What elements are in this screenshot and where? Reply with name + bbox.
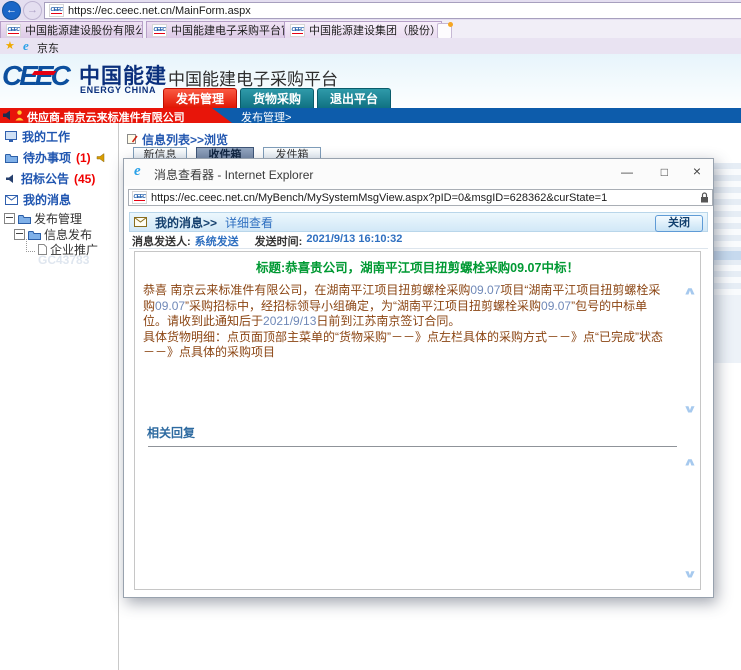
address-bar[interactable]: https://ec.ceec.net.cn/MainForm.aspx xyxy=(44,2,741,19)
sidebar-item-my-messages[interactable]: 我的消息 xyxy=(5,191,71,208)
sender-label: 消息发送人: xyxy=(132,233,191,249)
browser-tab-1[interactable]: 中国能源建设股份有限公司 xyxy=(0,21,143,38)
message-section-header: 我的消息>> 详细查看 关闭 xyxy=(129,212,708,232)
browser-tab-bar: 中国能源建设股份有限公司 中国能建电子采购平台官网 中国能源建设集团（股份）..… xyxy=(0,20,741,39)
favorites-bar: 京东 xyxy=(0,38,741,54)
envelope-icon xyxy=(5,195,18,205)
message-content-box: 标题:恭喜贵公司，湖南平江项目扭剪螺栓采购09.07中标！ 恭喜 南京云来标准件… xyxy=(134,251,701,590)
separator xyxy=(129,248,708,249)
browser-chrome: https://ec.ceec.net.cn/MainForm.aspx xyxy=(0,0,741,21)
watermark-text: GC43783 xyxy=(38,253,89,267)
collapse-icon[interactable] xyxy=(14,229,25,240)
logo-en-text: ENERGY CHINA xyxy=(80,85,156,95)
scroll-down-icon[interactable] xyxy=(683,568,698,581)
reply-heading: 相关回复 xyxy=(147,424,195,441)
message-paragraph: 具体货物明细：点页面顶部主菜单的“货物采购”－－》点左栏具体的采购方式－－》点“… xyxy=(143,330,670,361)
notice-count: (45) xyxy=(74,172,95,186)
sidebar-item-my-work[interactable]: 我的工作 xyxy=(5,128,70,145)
lock-icon xyxy=(700,192,709,203)
folder-icon xyxy=(5,153,18,163)
nav-tab-goods[interactable]: 货物采购 xyxy=(240,88,314,109)
popup-window-title: 消息查看器 - Internet Explorer xyxy=(154,166,313,183)
message-title: 标题:恭喜贵公司，湖南平江项目扭剪螺栓采购09.07中标！ xyxy=(155,257,680,276)
supplier-banner-bar: 供应商-南京云来标准件有限公司 发布管理> xyxy=(0,108,741,123)
popup-url-row: https://ec.ceec.net.cn/MyBench/MySystemM… xyxy=(124,186,713,209)
ceec-favicon xyxy=(152,24,167,37)
close-message-button[interactable]: 关闭 xyxy=(655,215,703,232)
message-list-stripes xyxy=(713,163,741,295)
sidebar-item-bid-notices[interactable]: 招标公告(45) xyxy=(5,170,95,187)
time-value: 2021/9/13 16:10:32 xyxy=(306,233,402,249)
breadcrumb: 发布管理> xyxy=(241,109,291,125)
forward-icon xyxy=(27,4,38,16)
message-paragraph: 恭喜 南京云来标准件有限公司，在湖南平江项目扭剪螺栓采购09.07项目“湖南平江… xyxy=(143,283,670,330)
speaker-icon xyxy=(5,174,16,184)
browser-tab-2[interactable]: 中国能建电子采购平台官网 xyxy=(146,21,291,38)
back-button[interactable] xyxy=(2,1,21,20)
browser-tab-3[interactable]: 中国能源建设集团（股份）... xyxy=(284,21,442,38)
reply-divider xyxy=(148,446,677,447)
folder-icon xyxy=(18,214,31,224)
address-url: https://ec.ceec.net.cn/MainForm.aspx xyxy=(68,5,251,17)
back-icon xyxy=(6,4,17,16)
close-window-button[interactable] xyxy=(693,164,701,179)
todo-count: (1) xyxy=(76,151,91,165)
popup-url: https://ec.ceec.net.cn/MyBench/MySystemM… xyxy=(151,192,696,204)
message-viewer-window: 消息查看器 - Internet Explorer https://ec.cee… xyxy=(123,158,714,598)
nav-tab-exit[interactable]: 退出平台 xyxy=(317,88,391,109)
ceec-favicon xyxy=(132,191,147,204)
mute-speaker-icon xyxy=(3,110,13,121)
minimize-button[interactable] xyxy=(621,165,633,179)
horn-icon xyxy=(96,153,107,163)
ceec-logo: CEEC xyxy=(2,60,78,92)
maximize-button[interactable] xyxy=(661,165,668,179)
sidebar: 我的工作 待办事项(1) 招标公告(45) 我的消息 发布管理 信息发布 xyxy=(0,123,119,670)
ceec-favicon xyxy=(6,24,21,37)
tree-connector xyxy=(26,239,35,252)
scroll-up-icon[interactable] xyxy=(683,285,698,298)
popup-title-bar[interactable]: 消息查看器 - Internet Explorer xyxy=(124,159,713,187)
collapse-icon[interactable] xyxy=(4,213,15,224)
platform-title: 中国能建电子采购平台 xyxy=(168,65,338,90)
sidebar-item-todo[interactable]: 待办事项(1) xyxy=(5,149,107,166)
time-label: 发送时间: xyxy=(255,233,303,249)
section-title: 我的消息>> xyxy=(155,214,217,231)
message-body: 恭喜 南京云来标准件有限公司，在湖南平江项目扭剪螺栓采购09.07项目“湖南平江… xyxy=(143,283,670,361)
ie-icon xyxy=(134,163,141,180)
ceec-favicon xyxy=(290,24,305,37)
screen: https://ec.ceec.net.cn/MainForm.aspx 中国能… xyxy=(0,0,741,670)
envelope-icon xyxy=(134,217,147,227)
popup-address-bar[interactable]: https://ec.ceec.net.cn/MyBench/MySystemM… xyxy=(128,189,713,206)
monitor-icon xyxy=(5,131,17,142)
tab-label: 中国能源建设股份有限公司 xyxy=(25,22,143,38)
tab-label: 中国能建电子采购平台官网 xyxy=(171,22,291,38)
scroll-down-icon[interactable] xyxy=(683,403,698,416)
tab-label: 中国能源建设集团（股份）... xyxy=(309,22,442,38)
scroll-up-icon[interactable] xyxy=(683,456,698,469)
message-list-selected-row xyxy=(713,251,741,260)
tree-node-publish[interactable]: 发布管理 xyxy=(4,210,82,227)
folder-icon xyxy=(28,230,41,240)
main-nav: 发布管理 货物采购 退出平台 xyxy=(163,88,391,109)
person-icon xyxy=(15,110,24,121)
logo-red-accent xyxy=(32,71,57,75)
ceec-favicon xyxy=(49,4,64,17)
nav-tab-publish[interactable]: 发布管理 xyxy=(163,88,237,109)
new-tab-button[interactable] xyxy=(437,23,452,39)
sender-value: 系统发送 xyxy=(195,233,239,249)
sender-row: 消息发送人: 系统发送 发送时间: 2021/9/13 16:10:32 xyxy=(132,233,402,249)
site-header: CEEC 中国能建 ENERGY CHINA 中国能建电子采购平台 发布管理 货… xyxy=(0,54,741,108)
detail-view-link[interactable]: 详细查看 xyxy=(225,214,273,231)
favorites-star-icon[interactable] xyxy=(5,39,15,52)
ie-icon xyxy=(23,38,29,54)
message-list-footer xyxy=(713,295,741,363)
page-edit-icon xyxy=(127,133,138,144)
page-title: 信息列表>>浏览 xyxy=(142,131,228,148)
forward-button[interactable] xyxy=(23,1,42,20)
